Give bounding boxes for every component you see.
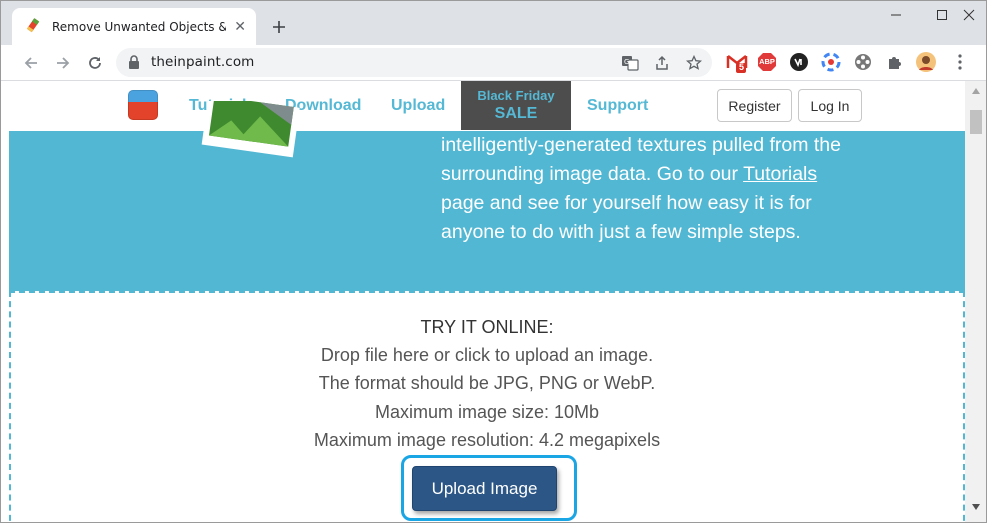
inpaint-favicon-icon [24,17,42,36]
scroll-up-icon[interactable] [971,87,981,95]
page-viewport: Tutorials Download Upload Black Friday S… [1,81,965,522]
video-downloader-extension-icon[interactable] [788,51,810,73]
arrow-right-icon [57,57,70,69]
black-friday-sale-link[interactable]: Black Friday SALE [461,81,571,130]
nav-support[interactable]: Support [587,97,648,115]
browser-window: Remove Unwanted Objects & Fix ✕ [0,0,987,523]
upload-image-button[interactable]: Upload Image [412,466,557,511]
menu-kebab-icon[interactable] [949,51,971,73]
dropzone-resolution-info: Maximum image resolution: 4.2 megapixels [313,430,661,450]
dropzone-size-info: Maximum image size: 10Mb [374,402,600,422]
hero-section: intelligently-generated textures pulled … [9,101,965,291]
svg-text:G: G [624,58,629,66]
film-reel-extension-icon[interactable] [852,51,874,73]
close-icon [963,9,975,21]
reload-button[interactable] [82,50,108,76]
dropzone-title: TRY IT ONLINE: [420,317,554,337]
share-icon[interactable] [652,53,672,73]
login-button[interactable]: Log In [798,89,862,122]
forward-button[interactable] [50,50,76,76]
upload-button-highlight: Upload Image [401,455,577,521]
sale-label: SALE [494,105,538,122]
adblock-plus-extension-icon[interactable]: ABP [756,51,778,73]
plus-icon [273,21,285,33]
tab-close-icon[interactable]: ✕ [232,18,248,35]
new-tab-button[interactable] [267,15,291,39]
extensions-puzzle-icon[interactable] [884,51,906,73]
black-friday-label: Black Friday [477,88,555,103]
hero-description: intelligently-generated textures pulled … [441,131,841,247]
nav-upload[interactable]: Upload [391,97,445,115]
tab-title: Remove Unwanted Objects & Fix [52,19,226,34]
gmail-badge: 5 [739,62,745,72]
scroll-down-icon[interactable] [971,503,981,511]
address-bar[interactable]: theinpaint.com G [116,48,712,77]
hero-text-after: page and see for yourself how easy it is… [441,192,812,243]
scrollbar-thumb[interactable] [970,110,982,134]
dropzone-format-info: The format should be JPG, PNG or WebP. [318,373,656,393]
url-text: theinpaint.com [151,54,255,70]
hero-photo-image [201,101,300,158]
browser-tab[interactable]: Remove Unwanted Objects & Fix ✕ [12,8,256,45]
color-picker-extension-icon[interactable] [820,51,842,73]
browser-toolbar: theinpaint.com G 5 ABP [1,45,986,81]
bookmark-star-icon[interactable] [684,53,704,73]
dropzone-instruction: Drop file here or click to upload an ima… [320,345,654,365]
page-scrollbar[interactable] [965,81,986,522]
lock-icon [128,55,140,74]
back-button[interactable] [18,50,44,76]
minimize-button[interactable] [873,1,919,29]
profile-avatar[interactable] [915,51,937,73]
inpaint-logo[interactable] [128,90,158,120]
tab-strip: Remove Unwanted Objects & Fix ✕ [1,1,986,45]
upload-dropzone[interactable]: TRY IT ONLINE: Drop file here or click t… [9,291,965,522]
translate-icon[interactable]: G [620,53,640,73]
register-button[interactable]: Register [717,89,792,122]
minimize-icon [891,14,901,16]
tutorials-link[interactable]: Tutorials [743,163,817,185]
site-navigation: Tutorials Download Upload Black Friday S… [1,81,965,131]
arrow-left-icon [24,57,37,69]
abp-label: ABP [759,57,775,66]
gmail-extension-icon[interactable]: 5 [726,51,748,73]
reload-icon [89,57,101,69]
close-window-button[interactable] [946,1,986,29]
